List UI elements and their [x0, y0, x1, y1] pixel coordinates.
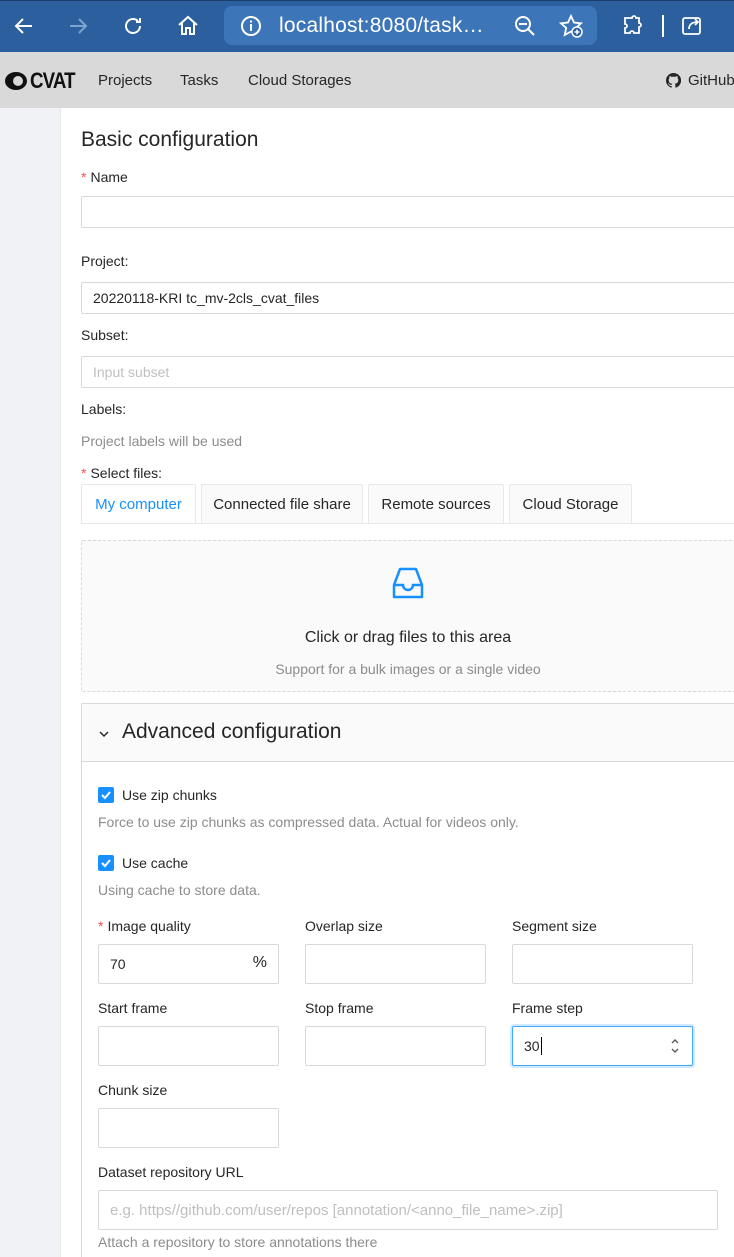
address-bar[interactable]: localhost:8080/task…	[224, 6, 597, 45]
use-cache-checkbox[interactable]	[98, 855, 114, 871]
zip-chunks-checkbox[interactable]	[98, 787, 114, 803]
labels-note: Project labels will be used	[81, 433, 243, 449]
select-files-label: * Select files:	[81, 465, 162, 481]
subset-placeholder: Input subset	[93, 364, 170, 380]
required-mark: *	[98, 918, 104, 934]
menu-projects[interactable]: Projects	[98, 72, 152, 89]
frame-step-label: Frame step	[512, 1000, 583, 1016]
advanced-configuration-panel: Advanced configuration Use zip chunks Fo…	[81, 703, 734, 1257]
home-button[interactable]	[172, 10, 204, 42]
tab-connected-file-share[interactable]: Connected file share	[201, 484, 363, 524]
arrow-right-icon	[70, 18, 88, 34]
frame-step-value: 30	[524, 1038, 540, 1054]
name-label: * Name	[81, 169, 128, 185]
browser-toolbar: localhost:8080/task…	[0, 0, 734, 52]
info-icon[interactable]	[240, 15, 262, 37]
advanced-configuration-title: Advanced configuration	[122, 720, 342, 743]
image-quality-input[interactable]: 70 %	[98, 944, 279, 984]
name-input[interactable]	[81, 196, 734, 228]
file-dropzone[interactable]: Click or drag files to this area Support…	[81, 540, 734, 692]
reload-button[interactable]	[117, 10, 149, 42]
create-task-form: Basic configuration * Name Project: 20220…	[60, 108, 734, 1257]
stop-frame-label: Stop frame	[305, 1000, 374, 1016]
cvat-logo[interactable]: CVAT	[4, 68, 83, 94]
tab-remote-sources[interactable]: Remote sources	[368, 484, 504, 524]
segment-size-label: Segment size	[512, 918, 597, 934]
tab-my-computer[interactable]: My computer	[81, 484, 196, 524]
home-icon	[178, 15, 198, 35]
chunk-size-input[interactable]	[98, 1108, 279, 1148]
share-button[interactable]	[676, 10, 708, 42]
share-icon	[682, 17, 701, 35]
zip-chunks-hint: Force to use zip chunks as compressed da…	[98, 814, 519, 830]
project-label: Project:	[81, 253, 129, 269]
use-cache-label[interactable]: Use cache	[122, 855, 188, 871]
tabs-baseline	[81, 523, 734, 524]
logo-text: CVAT	[30, 68, 76, 93]
app-header: CVAT Projects Tasks Cloud Storages GitHu…	[0, 52, 734, 108]
image-quality-label: * Image quality	[98, 918, 191, 934]
advanced-configuration-header[interactable]: Advanced configuration	[82, 704, 734, 762]
browser-top-border	[0, 0, 734, 1]
overlap-size-input[interactable]	[305, 944, 486, 984]
cvat-eye-icon	[5, 72, 27, 90]
start-frame-input[interactable]	[98, 1026, 279, 1066]
stop-frame-input[interactable]	[305, 1026, 486, 1066]
url-text: localhost:8080/task…	[279, 14, 484, 37]
required-mark: *	[81, 169, 87, 185]
project-select[interactable]: 20220118-KRI tc_mv-2cls_cvat_files	[81, 282, 734, 314]
github-icon	[666, 73, 681, 88]
arrow-left-icon	[14, 18, 32, 34]
puzzle-icon	[624, 15, 642, 34]
required-mark: *	[81, 465, 87, 481]
inbox-icon	[392, 567, 424, 599]
zoom-out-icon[interactable]	[514, 15, 536, 37]
number-stepper-icon[interactable]	[669, 1034, 681, 1058]
repo-url-label: Dataset repository URL	[98, 1164, 244, 1180]
toolbar-divider	[662, 15, 664, 37]
dropzone-title: Click or drag files to this area	[304, 629, 512, 646]
tab-cloud-storage[interactable]: Cloud Storage	[509, 484, 632, 524]
image-quality-label-text: Image quality	[107, 918, 191, 934]
reload-icon	[125, 18, 141, 34]
repo-url-placeholder: e.g. https//github.com/user/repos [annot…	[110, 1201, 563, 1219]
github-label: GitHub	[688, 72, 734, 89]
name-label-text: Name	[90, 169, 128, 185]
select-files-label-text: Select files:	[90, 465, 163, 481]
forward-button[interactable]	[62, 10, 94, 42]
zip-chunks-label[interactable]: Use zip chunks	[122, 787, 217, 803]
add-favorite-icon[interactable]	[559, 14, 583, 38]
repo-hint: Attach a repository to store annotations…	[98, 1234, 378, 1250]
labels-label: Labels:	[81, 401, 127, 417]
chevron-down-icon	[99, 731, 109, 738]
overlap-size-label: Overlap size	[305, 918, 383, 934]
back-button[interactable]	[8, 10, 40, 42]
segment-size-input[interactable]	[512, 944, 693, 984]
chunk-size-label: Chunk size	[98, 1082, 168, 1098]
section-title: Basic configuration	[81, 128, 259, 151]
frame-step-input[interactable]: 30	[512, 1026, 693, 1066]
menu-cloud-storages[interactable]: Cloud Storages	[248, 72, 351, 89]
dropzone-hint: Support for a bulk images or a single vi…	[275, 661, 541, 677]
check-icon	[101, 859, 111, 868]
percent-suffix: %	[252, 954, 267, 971]
use-cache-hint: Using cache to store data.	[98, 882, 261, 898]
subset-input[interactable]: Input subset	[81, 356, 734, 388]
subset-label: Subset:	[81, 327, 129, 343]
text-caret	[540, 1037, 542, 1055]
repo-url-input[interactable]: e.g. https//github.com/user/repos [annot…	[98, 1190, 718, 1230]
github-link[interactable]: GitHub	[666, 72, 734, 89]
check-icon	[101, 791, 111, 800]
start-frame-label: Start frame	[98, 1000, 168, 1016]
extensions-button[interactable]	[616, 10, 648, 42]
image-quality-value: 70	[110, 956, 126, 972]
menu-tasks[interactable]: Tasks	[180, 72, 218, 89]
